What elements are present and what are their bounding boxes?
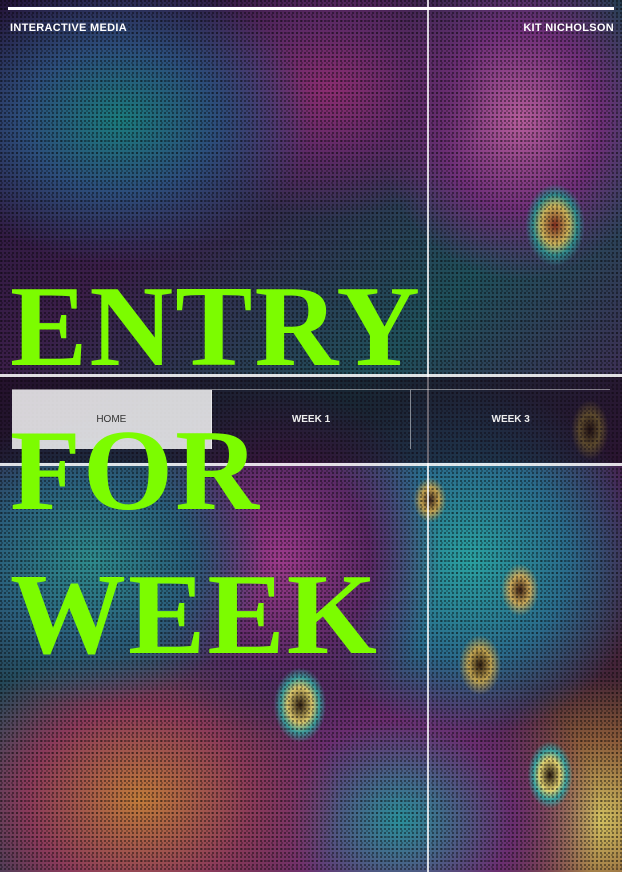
header: INTERACTIVE MEDIA KIT NICHOLSON [0,22,622,40]
page: INTERACTIVE MEDIA KIT NICHOLSON HOME WEE… [0,0,622,872]
header-rule [8,7,614,10]
site-title: INTERACTIVE MEDIA [10,22,127,34]
page-headline: ENTRY FOR WEEK 2 [10,255,622,687]
headline-line-1: ENTRY [10,263,422,391]
headline-line-2: FOR [10,407,261,535]
author-name: KIT NICHOLSON [523,22,614,34]
headline-line-3: WEEK 2 [10,551,622,679]
